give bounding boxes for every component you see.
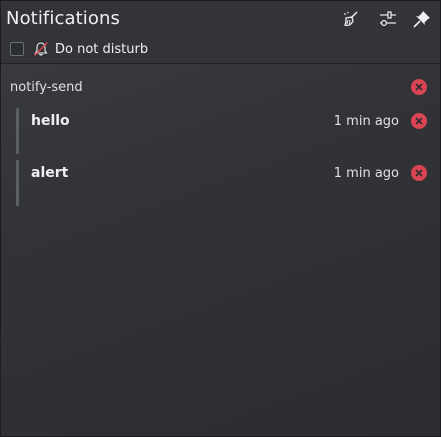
pin-button[interactable] [411,8,433,30]
close-circle-icon [415,117,423,125]
broom-icon [342,10,360,28]
do-not-disturb-checkbox[interactable] [10,42,24,56]
do-not-disturb-label: Do not disturb [55,41,149,57]
clear-all-button[interactable] [340,8,362,30]
close-circle-icon [415,83,423,91]
notification-item[interactable]: alert 1 min ago [16,160,436,206]
sliders-icon [379,10,397,28]
notification-title: hello [31,113,70,129]
pin-icon [413,10,431,28]
notification-title: alert [31,165,69,181]
configure-button[interactable] [377,8,399,30]
close-circle-icon [415,169,423,177]
notification-time: 1 min ago [333,114,399,129]
bell-off-icon [33,41,49,57]
close-notification-button[interactable] [411,165,427,181]
close-group-button[interactable] [411,79,427,95]
panel-title: Notifications [6,8,120,29]
notifications-panel: Notifications Do not disturb notify-send… [0,0,441,437]
notification-item[interactable]: hello 1 min ago [16,108,436,154]
close-notification-button[interactable] [411,113,427,129]
notification-group-title: notify-send [10,80,83,95]
notification-time: 1 min ago [333,166,399,181]
notification-accent-bar [16,160,19,206]
do-not-disturb-toggle[interactable]: Do not disturb [10,40,148,58]
notification-accent-bar [16,108,19,154]
panel-header: Notifications Do not disturb [1,1,440,64]
